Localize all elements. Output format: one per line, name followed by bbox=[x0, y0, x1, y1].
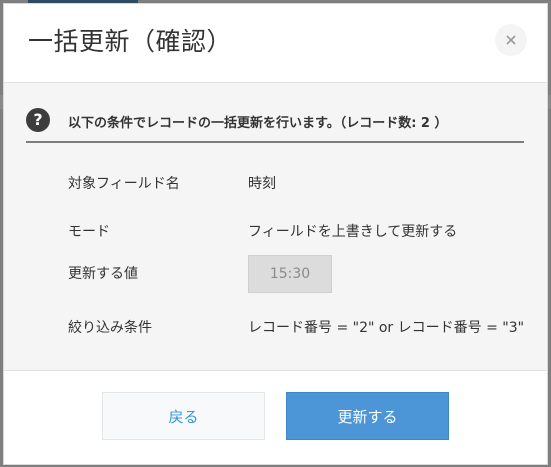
update-button[interactable]: 更新する bbox=[286, 392, 449, 440]
mode-value: フィールドを上書きして更新する bbox=[248, 224, 458, 240]
field-row-target: 対象フィールド名 時刻 bbox=[68, 167, 538, 197]
field-row-mode: モード フィールドを上書きして更新する bbox=[68, 215, 538, 245]
mode-label: モード bbox=[68, 224, 110, 240]
confirmation-message: ? 以下の条件でレコードの一括更新を行います。（レコード数: 2 ） bbox=[26, 107, 524, 143]
update-value-field: 15:30 bbox=[248, 255, 332, 293]
bulk-update-confirm-dialog: 一括更新（確認） ? 以下の条件でレコードの一括更新を行います。（レコード数: … bbox=[3, 3, 548, 465]
target-field-value: 時刻 bbox=[248, 176, 276, 192]
dialog-title: 一括更新（確認） bbox=[28, 27, 233, 56]
close-button[interactable] bbox=[495, 24, 527, 56]
field-row-update-value: 更新する値 15:30 bbox=[68, 255, 538, 295]
target-field-label: 対象フィールド名 bbox=[68, 176, 180, 192]
field-row-filter: 絞り込み条件 レコード番号 = "2" or レコード番号 = "3" bbox=[68, 311, 538, 341]
dialog-header: 一括更新（確認） bbox=[4, 4, 547, 83]
message-text: 以下の条件でレコードの一括更新を行います。（レコード数: 2 ） bbox=[68, 116, 448, 131]
dialog-body: ? 以下の条件でレコードの一括更新を行います。（レコード数: 2 ） 対象フィー… bbox=[4, 83, 547, 371]
back-button[interactable]: 戻る bbox=[102, 392, 265, 440]
close-icon bbox=[505, 31, 517, 50]
filter-label: 絞り込み条件 bbox=[68, 320, 152, 336]
update-value-label: 更新する値 bbox=[68, 266, 138, 282]
filter-value: レコード番号 = "2" or レコード番号 = "3" bbox=[248, 320, 525, 336]
question-icon: ? bbox=[26, 108, 50, 132]
